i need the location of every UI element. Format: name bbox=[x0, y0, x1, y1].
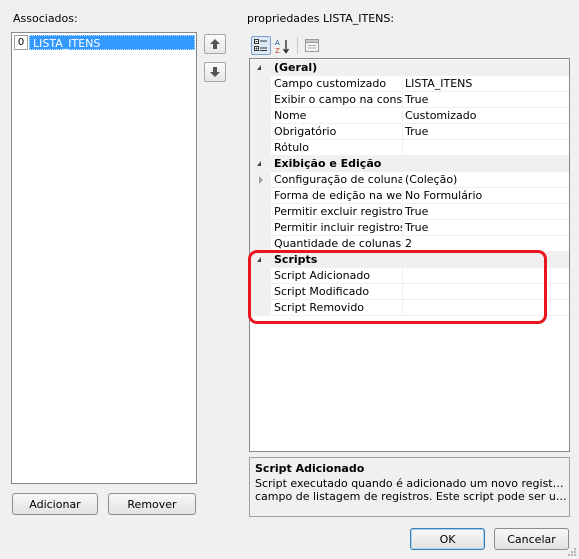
resize-grip-icon[interactable] bbox=[567, 547, 577, 557]
associados-label: Associados: bbox=[13, 12, 78, 25]
property-name: Exibir o campo na consulta bbox=[274, 93, 402, 106]
property-name: Rótulo bbox=[274, 141, 309, 154]
property-value[interactable]: No Formulário bbox=[405, 189, 482, 202]
property-pages-button[interactable] bbox=[302, 36, 322, 55]
alphabetical-view-button[interactable]: A Z bbox=[273, 36, 293, 55]
property-row[interactable]: Permitir incluir registros True bbox=[250, 220, 569, 236]
remove-button[interactable]: Remover bbox=[108, 493, 196, 515]
property-value[interactable]: LISTA_ITENS bbox=[405, 77, 472, 90]
svg-text:Z: Z bbox=[275, 47, 280, 54]
associados-list[interactable]: 0 LISTA_ITENS bbox=[11, 32, 197, 484]
property-value[interactable]: (Coleção) bbox=[405, 173, 457, 186]
svg-text:A: A bbox=[275, 39, 280, 47]
property-row[interactable]: Obrigatório True bbox=[250, 124, 569, 140]
property-row[interactable]: Rótulo bbox=[250, 140, 569, 156]
description-title: Script Adicionado bbox=[255, 462, 365, 475]
categorized-view-button[interactable] bbox=[251, 36, 271, 55]
category-label: Exibição e Edição bbox=[274, 157, 382, 170]
description-text: Script executado quando é adicionado um … bbox=[255, 477, 567, 503]
sort-az-icon: A Z bbox=[275, 39, 290, 54]
property-name: Forma de edição na web bbox=[274, 189, 402, 202]
property-name: Campo customizado bbox=[274, 77, 387, 90]
property-row[interactable]: Campo customizado LISTA_ITENS bbox=[250, 76, 569, 92]
move-down-button[interactable] bbox=[204, 62, 226, 82]
property-value[interactable]: True bbox=[405, 93, 428, 106]
expand-icon[interactable] bbox=[259, 176, 263, 184]
description-line: campo de listagem de registros. Este scr… bbox=[255, 490, 567, 503]
add-button[interactable]: Adicionar bbox=[12, 493, 98, 515]
arrow-up-icon bbox=[210, 39, 220, 49]
description-line: Script executado quando é adicionado um … bbox=[255, 477, 567, 490]
property-row[interactable]: Exibir o campo na consulta True bbox=[250, 92, 569, 108]
collapse-icon[interactable] bbox=[257, 161, 261, 166]
property-pages-icon bbox=[305, 39, 319, 52]
property-row[interactable]: Forma de edição na web No Formulário bbox=[250, 188, 569, 204]
cancel-button[interactable]: Cancelar bbox=[494, 528, 569, 550]
toolbar-separator bbox=[297, 37, 298, 54]
property-row[interactable]: Configuração de colunas (Coleção) bbox=[250, 172, 569, 188]
property-value[interactable]: True bbox=[405, 205, 428, 218]
category-exibicao-edicao[interactable]: Exibição e Edição bbox=[250, 156, 569, 172]
property-name: Quantidade de colunas no bbox=[274, 237, 402, 250]
property-name: Permitir incluir registros bbox=[274, 221, 402, 234]
list-item[interactable]: 0 LISTA_ITENS bbox=[14, 35, 195, 50]
collapse-icon[interactable] bbox=[257, 65, 261, 70]
property-value[interactable]: Customizado bbox=[405, 109, 476, 122]
category-geral[interactable]: (Geral) bbox=[250, 60, 569, 76]
property-row[interactable]: Nome Customizado bbox=[250, 108, 569, 124]
property-row[interactable]: Permitir excluir registros True bbox=[250, 204, 569, 220]
arrow-down-icon bbox=[210, 67, 220, 77]
scripts-highlight-annotation bbox=[248, 250, 547, 324]
property-name: Obrigatório bbox=[274, 125, 337, 138]
property-value[interactable]: 2 bbox=[405, 237, 412, 250]
property-value[interactable]: True bbox=[405, 125, 428, 138]
categorized-icon bbox=[254, 39, 267, 51]
property-name: Permitir excluir registros bbox=[274, 205, 402, 218]
property-name: Nome bbox=[274, 109, 307, 122]
description-panel: Script Adicionado Script executado quand… bbox=[249, 457, 570, 517]
property-value[interactable]: True bbox=[405, 221, 428, 234]
properties-label: propriedades LISTA_ITENS: bbox=[247, 12, 395, 25]
property-name: Configuração de colunas bbox=[274, 173, 402, 186]
list-item-name[interactable]: LISTA_ITENS bbox=[29, 35, 195, 50]
category-label: (Geral) bbox=[274, 61, 318, 74]
move-up-button[interactable] bbox=[204, 34, 226, 54]
ok-button[interactable]: OK bbox=[410, 528, 485, 550]
list-item-index: 0 bbox=[14, 35, 28, 50]
